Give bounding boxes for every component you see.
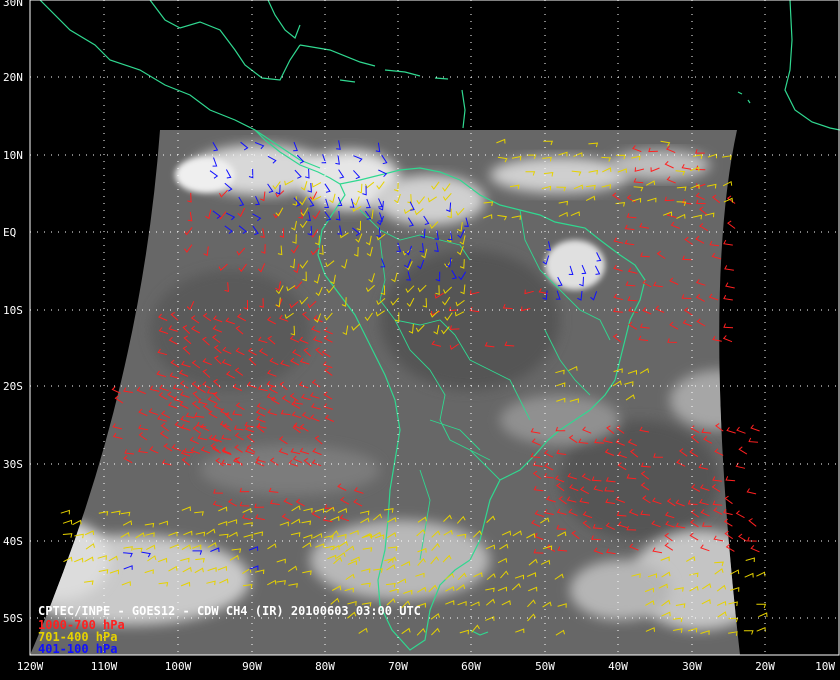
wind-barb (723, 239, 733, 246)
lon-label-40w: 40W (608, 660, 628, 673)
lon-label-90w: 90W (242, 660, 262, 673)
longitude-labels: 120W 110W 100W 90W 80W 70W 60W 50W 40W 3… (17, 660, 836, 673)
wind-barb (738, 446, 748, 455)
wind-barb (725, 282, 735, 289)
wind-barb (750, 424, 760, 432)
lon-label-10w: 10W (815, 660, 835, 673)
wind-barb (746, 536, 757, 542)
hispaniola (384, 69, 421, 77)
cuba (299, 44, 376, 67)
lat-label-40s: 40S (3, 535, 23, 548)
wind-barb (62, 519, 73, 525)
wind-barb (756, 571, 766, 577)
lon-label-50w: 50W (535, 660, 555, 673)
wind-barb (725, 476, 736, 482)
wind-barb (750, 545, 760, 553)
puerto-rico (434, 77, 449, 80)
wind-barb (72, 519, 82, 526)
wind-barb (722, 335, 733, 343)
wind-barb (729, 569, 740, 575)
lon-label-60w: 60W (461, 660, 481, 673)
wind-barb (756, 626, 766, 632)
lon-label-80w: 80W (315, 660, 335, 673)
lat-label-10s: 10S (3, 304, 23, 317)
lon-label-30w: 30W (682, 660, 702, 673)
wind-barb (748, 437, 759, 443)
lat-label-20n: 20N (3, 71, 23, 84)
wind-barb (756, 603, 767, 609)
wind-barb (723, 294, 733, 301)
lon-label-70w: 70W (388, 660, 408, 673)
caption-title: CPTEC/INPE - GOES12 - CDW CH4 (IR) 20100… (38, 604, 421, 618)
florida-coast (267, 0, 301, 39)
lat-label-50s: 50S (3, 612, 23, 625)
wind-barb (62, 533, 73, 538)
lon-label-120w: 120W (17, 660, 44, 673)
lon-label-100w: 100W (165, 660, 192, 673)
wind-barb (726, 427, 736, 434)
map-canvas: 30N 20N 10N EQ 10S 20S 30S 40S 50S 120W … (3, 0, 840, 673)
wind-barb (744, 572, 754, 578)
wind-barb (724, 265, 734, 271)
wind-barb (746, 488, 757, 495)
wind-barb (727, 220, 736, 229)
wind-barb (738, 533, 747, 542)
jamaica (339, 79, 356, 83)
cape-verde (737, 91, 751, 104)
wind-barb (736, 426, 746, 434)
wind-barb (60, 509, 70, 515)
satellite-wind-map: 30N 20N 10N EQ 10S 20S 30S 40S 50S 120W … (0, 0, 840, 680)
wind-barb (724, 495, 733, 505)
latitude-labels: 30N 20N 10N EQ 10S 20S 30S 40S 50S (3, 0, 23, 625)
lat-label-20s: 20S (3, 380, 23, 393)
lat-label-eq: EQ (3, 226, 16, 239)
legend-high-level: 401-100 hPa (38, 642, 117, 656)
lon-label-20w: 20W (755, 660, 775, 673)
wind-barb (723, 323, 734, 329)
africa-coast (784, 0, 840, 131)
wind-barb (743, 630, 754, 635)
lat-label-10n: 10N (3, 149, 23, 162)
lat-label-30n: 30N (3, 0, 23, 9)
wind-barb (748, 518, 757, 527)
wind-barb (745, 557, 755, 563)
lesser-antilles (461, 89, 466, 129)
lon-label-110w: 110W (91, 660, 118, 673)
wind-barb (735, 510, 745, 519)
wind-barb (758, 612, 768, 618)
lat-label-30s: 30S (3, 458, 23, 471)
gulf-of-mexico-coast (149, 0, 301, 81)
